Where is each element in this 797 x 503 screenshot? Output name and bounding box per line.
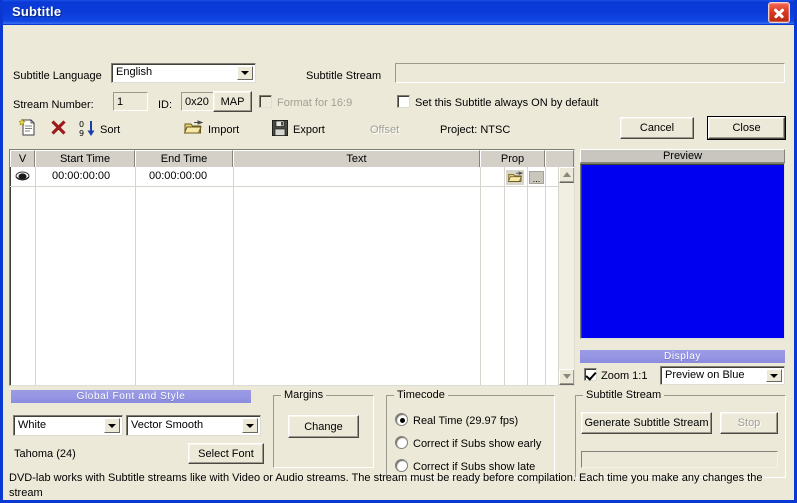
subtitle-language-label: Subtitle Language bbox=[13, 70, 102, 82]
list-scrollbar[interactable] bbox=[558, 167, 574, 385]
status-line-1: DVD-lab works with Subtitle streams like… bbox=[9, 472, 763, 499]
column-header-extra[interactable] bbox=[545, 150, 574, 167]
timecode-radio-realtime[interactable] bbox=[395, 413, 408, 426]
svg-text:0: 0 bbox=[79, 120, 84, 129]
import-label[interactable]: Import bbox=[208, 124, 239, 136]
new-subtitle-icon[interactable] bbox=[18, 118, 37, 137]
list-header-row: V Start Time End Time Text Prop bbox=[10, 150, 574, 167]
global-font-style-header: Global Font and Style bbox=[11, 390, 251, 403]
display-header: Display bbox=[580, 350, 785, 363]
subtitle-stream-input[interactable] bbox=[395, 63, 785, 83]
zoom-1-1-checkbox[interactable] bbox=[584, 368, 597, 381]
subtitle-language-value: English bbox=[116, 66, 153, 78]
project-label: Project: NTSC bbox=[440, 124, 511, 136]
map-button[interactable]: MAP bbox=[213, 91, 252, 112]
chevron-down-icon[interactable] bbox=[237, 66, 253, 80]
open-folder-icon[interactable] bbox=[183, 120, 204, 136]
scroll-up-button[interactable] bbox=[559, 167, 574, 183]
sort-icon[interactable]: 0 9 bbox=[79, 119, 96, 138]
dialog-client-area: Subtitle Language English Subtitle Strea… bbox=[3, 25, 794, 499]
always-on-checkbox[interactable] bbox=[397, 95, 410, 108]
stream-number-label: Stream Number: bbox=[13, 99, 94, 111]
subtitle-dialog-window: Subtitle Subtitle Language English Subti… bbox=[0, 0, 797, 503]
zoom-1-1-label: Zoom 1:1 bbox=[601, 370, 648, 382]
stream-progress-field bbox=[581, 451, 778, 468]
format-169-checkbox bbox=[259, 95, 272, 108]
font-info-label: Tahoma (24) bbox=[14, 448, 76, 460]
sort-label[interactable]: Sort bbox=[100, 124, 120, 136]
font-render-select[interactable]: Vector Smooth bbox=[126, 415, 261, 436]
margins-change-button[interactable]: Change bbox=[288, 415, 359, 438]
floppy-disk-icon[interactable] bbox=[272, 120, 288, 136]
timecode-radio-early[interactable] bbox=[395, 436, 408, 449]
prop-more-button[interactable]: ... bbox=[529, 171, 544, 184]
delete-icon[interactable] bbox=[50, 119, 67, 136]
close-icon[interactable] bbox=[768, 2, 790, 23]
font-color-select[interactable]: White bbox=[13, 415, 123, 436]
cancel-button[interactable]: Cancel bbox=[620, 117, 694, 139]
cell-start-time[interactable]: 00:00:00:00 bbox=[52, 170, 110, 182]
svg-text:9: 9 bbox=[79, 129, 84, 137]
generate-subtitle-stream-button[interactable]: Generate Subtitle Stream bbox=[581, 412, 712, 434]
prop-folder-icon[interactable] bbox=[506, 170, 524, 185]
title-bar[interactable]: Subtitle bbox=[3, 0, 794, 25]
subtitle-stream-label: Subtitle Stream bbox=[306, 70, 382, 82]
column-header-prop[interactable]: Prop bbox=[480, 150, 545, 167]
timecode-label-early: Correct if Subs show early bbox=[413, 438, 542, 450]
timecode-title: Timecode bbox=[394, 389, 448, 401]
preview-title: Preview bbox=[580, 149, 785, 163]
close-button[interactable]: Close bbox=[707, 116, 786, 140]
eye-icon[interactable] bbox=[15, 170, 30, 185]
preview-canvas[interactable] bbox=[580, 163, 785, 339]
column-header-visible[interactable]: V bbox=[10, 150, 35, 167]
format-169-label: Format for 16:9 bbox=[277, 97, 353, 109]
id-label: ID: bbox=[158, 99, 173, 111]
stream-number-input[interactable]: 1 bbox=[113, 92, 148, 111]
stop-button: Stop bbox=[720, 412, 778, 434]
timecode-label-realtime: Real Time (29.97 fps) bbox=[413, 415, 519, 427]
column-header-text[interactable]: Text bbox=[233, 150, 480, 167]
font-render-value: Vector Smooth bbox=[131, 419, 204, 431]
column-header-end-time[interactable]: End Time bbox=[135, 150, 233, 167]
font-color-value: White bbox=[18, 419, 47, 431]
margins-title: Margins bbox=[281, 389, 327, 401]
subtitle-language-select[interactable]: English bbox=[111, 63, 256, 83]
column-header-start-time[interactable]: Start Time bbox=[35, 150, 135, 167]
preview-mode-value: Preview on Blue bbox=[665, 369, 745, 381]
select-font-button[interactable]: Select Font bbox=[188, 443, 264, 464]
subtitle-stream-group-title: Subtitle Stream bbox=[583, 389, 665, 401]
table-row[interactable]: 00:00:00:00 00:00:00:00 ... bbox=[10, 167, 574, 186]
status-text: DVD-lab works with Subtitle streams like… bbox=[9, 471, 788, 500]
chevron-down-icon[interactable] bbox=[104, 418, 120, 433]
chevron-down-icon[interactable] bbox=[766, 369, 782, 382]
cell-end-time[interactable]: 00:00:00:00 bbox=[149, 170, 207, 182]
offset-label: Offset bbox=[370, 124, 400, 136]
preview-mode-select[interactable]: Preview on Blue bbox=[660, 366, 785, 385]
subtitle-list[interactable]: V Start Time End Time Text Prop 00:00:00… bbox=[9, 149, 575, 386]
export-label[interactable]: Export bbox=[293, 124, 325, 136]
window-title: Subtitle bbox=[12, 4, 62, 19]
scroll-down-button[interactable] bbox=[559, 369, 574, 385]
chevron-down-icon[interactable] bbox=[242, 418, 258, 433]
always-on-label: Set this Subtitle always ON by default bbox=[415, 97, 599, 109]
